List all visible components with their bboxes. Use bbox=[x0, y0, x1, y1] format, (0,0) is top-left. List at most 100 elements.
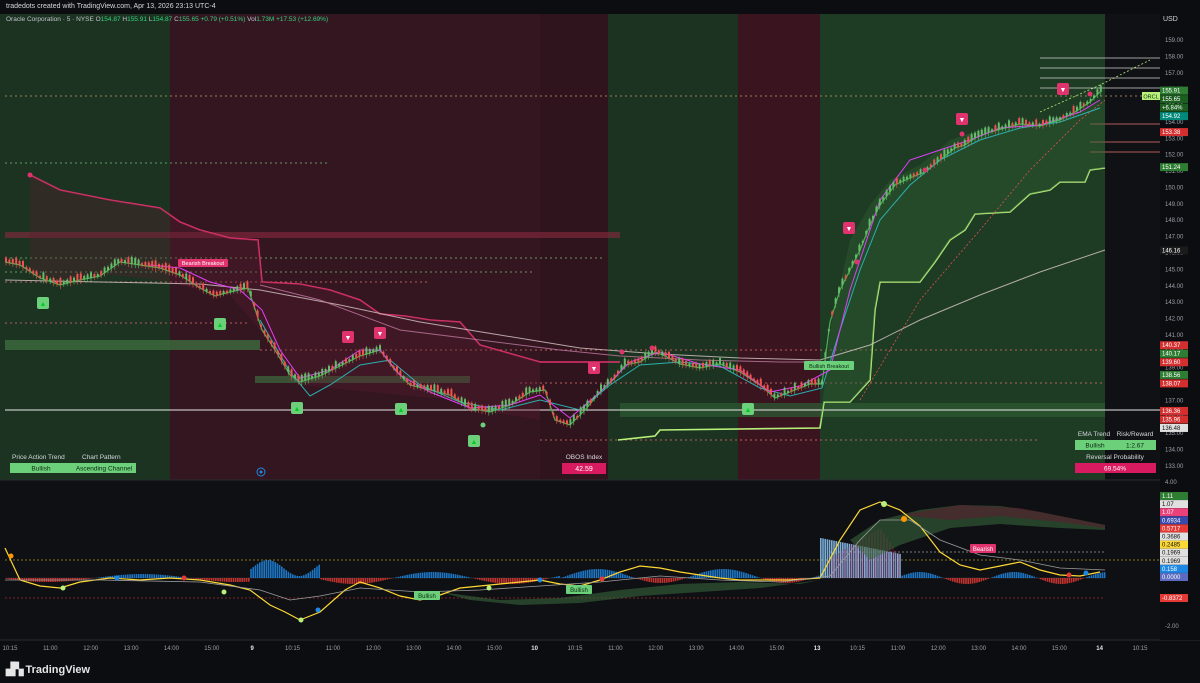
histogram-bar bbox=[723, 569, 725, 578]
candle-body bbox=[521, 392, 524, 397]
time-axis[interactable]: 10:15 11:00 12:00 13:00 14:00 15:00 9 10:15 11:0… bbox=[2, 646, 1148, 652]
svg-text:▲: ▲ bbox=[217, 322, 224, 329]
histogram-bar bbox=[501, 578, 503, 584]
tradingview-logo[interactable]: ▟▚ TradingView bbox=[6, 662, 90, 676]
histogram-bar bbox=[285, 570, 287, 578]
candle-body bbox=[385, 355, 388, 360]
svg-text:Bullish: Bullish bbox=[570, 588, 588, 594]
chart-canvas[interactable]: ▲ ▲ ▲ ▲ ▲ ▲ ▼ ▼ ▼ ▼ ▼ ▼ Bearish Breakout… bbox=[0, 0, 1200, 683]
candle-body bbox=[569, 419, 572, 425]
symbol-legend[interactable]: Oracle Corporation · 5 · NYSE O154.87 H1… bbox=[6, 16, 328, 23]
candle-body bbox=[511, 400, 514, 404]
histogram-bar bbox=[956, 578, 958, 583]
candle-body bbox=[1031, 122, 1034, 126]
candle-body bbox=[127, 257, 130, 264]
candle-body bbox=[413, 380, 415, 386]
candle-body bbox=[712, 359, 715, 366]
histogram-bar bbox=[232, 578, 235, 582]
histogram-bar bbox=[545, 578, 547, 580]
histogram-bar bbox=[481, 578, 483, 581]
histogram-bar bbox=[1095, 573, 1097, 578]
svg-text:1:2.67: 1:2.67 bbox=[1126, 443, 1144, 450]
candle-body bbox=[783, 387, 786, 395]
histogram-bar bbox=[718, 569, 721, 578]
histogram-bar bbox=[1081, 578, 1084, 579]
histogram-bar bbox=[934, 574, 936, 578]
histogram-bar bbox=[289, 573, 292, 578]
svg-text:▲: ▲ bbox=[398, 407, 405, 414]
candle-body bbox=[793, 383, 796, 391]
tradingview-logo-icon: ▟▚ bbox=[6, 662, 23, 676]
candle-body bbox=[232, 288, 235, 292]
histogram-bar bbox=[243, 578, 246, 582]
symbol-name: Oracle Corporation · 5 · NYSE bbox=[6, 16, 94, 23]
histogram-bar bbox=[201, 578, 204, 580]
candle-body bbox=[406, 379, 409, 383]
time-tick-label: 11:00 bbox=[326, 646, 341, 652]
candle-body bbox=[161, 264, 164, 269]
candle-body bbox=[906, 176, 908, 180]
histogram-bar bbox=[1040, 578, 1042, 580]
histogram-bar bbox=[485, 578, 488, 582]
histogram-bar bbox=[461, 575, 463, 578]
candle-body bbox=[243, 283, 245, 289]
histogram-bar bbox=[129, 574, 131, 578]
histogram-bar bbox=[439, 572, 441, 578]
histogram-bar bbox=[347, 578, 349, 584]
candle-body bbox=[110, 263, 113, 269]
candle-body bbox=[107, 266, 109, 271]
histogram-bar bbox=[1022, 573, 1024, 578]
svg-text:▼: ▼ bbox=[377, 331, 384, 338]
histogram-bar bbox=[630, 576, 633, 578]
candle-body bbox=[940, 154, 942, 160]
histogram-bar bbox=[567, 575, 569, 578]
candle-body bbox=[698, 364, 701, 368]
histogram-bar bbox=[457, 574, 459, 578]
histogram-bar bbox=[1079, 578, 1082, 580]
time-tick-label: 13:00 bbox=[406, 646, 422, 652]
candle-body bbox=[525, 387, 528, 395]
histogram-bar bbox=[342, 578, 345, 584]
histogram-bar bbox=[144, 574, 147, 578]
svg-text:▲: ▲ bbox=[471, 439, 478, 446]
target-icon-center bbox=[259, 470, 263, 474]
candle-body bbox=[637, 358, 640, 363]
osc-tick-label: -2.00 bbox=[1165, 624, 1179, 630]
histogram-bar bbox=[349, 578, 351, 584]
candle-body bbox=[1052, 117, 1055, 123]
candle-body bbox=[328, 365, 330, 372]
candle-body bbox=[348, 359, 351, 362]
histogram-bar bbox=[732, 569, 734, 578]
candle-body bbox=[634, 359, 636, 363]
histogram-bar bbox=[1057, 578, 1060, 584]
candle-body bbox=[549, 399, 551, 405]
candle-body bbox=[49, 278, 52, 282]
time-tick-label: 14 bbox=[1096, 646, 1103, 652]
histogram-bar bbox=[366, 578, 369, 584]
currency-label[interactable]: USD bbox=[1163, 16, 1178, 23]
candle-body bbox=[1004, 124, 1007, 128]
histogram-bar bbox=[199, 578, 202, 580]
histogram-bar bbox=[437, 572, 439, 578]
candle-body bbox=[589, 399, 592, 404]
bullish-breakout-label: Bullish Breakout bbox=[804, 361, 854, 370]
candle-body bbox=[477, 406, 480, 410]
candle-body bbox=[780, 393, 783, 396]
candle-body bbox=[93, 274, 96, 278]
svg-text:Bullish: Bullish bbox=[418, 594, 436, 600]
candle-body bbox=[1038, 123, 1041, 126]
histogram-bar bbox=[646, 578, 648, 582]
candle-body bbox=[277, 350, 279, 355]
time-tick-label: 9 bbox=[250, 646, 254, 652]
candle-body bbox=[436, 385, 439, 392]
histogram-bar bbox=[230, 578, 232, 582]
histogram-bar bbox=[428, 572, 430, 578]
price-tick-label: 135.00 bbox=[1165, 431, 1184, 437]
histogram-bar bbox=[721, 569, 723, 578]
price-tick-label: 154.00 bbox=[1165, 120, 1184, 126]
price-tick-label: 149.00 bbox=[1165, 202, 1184, 208]
caption-text: tradedots created with TradingView.com, … bbox=[6, 3, 216, 10]
histogram-bar bbox=[419, 572, 422, 578]
candle-body bbox=[606, 379, 609, 385]
histogram-bar bbox=[993, 576, 996, 578]
